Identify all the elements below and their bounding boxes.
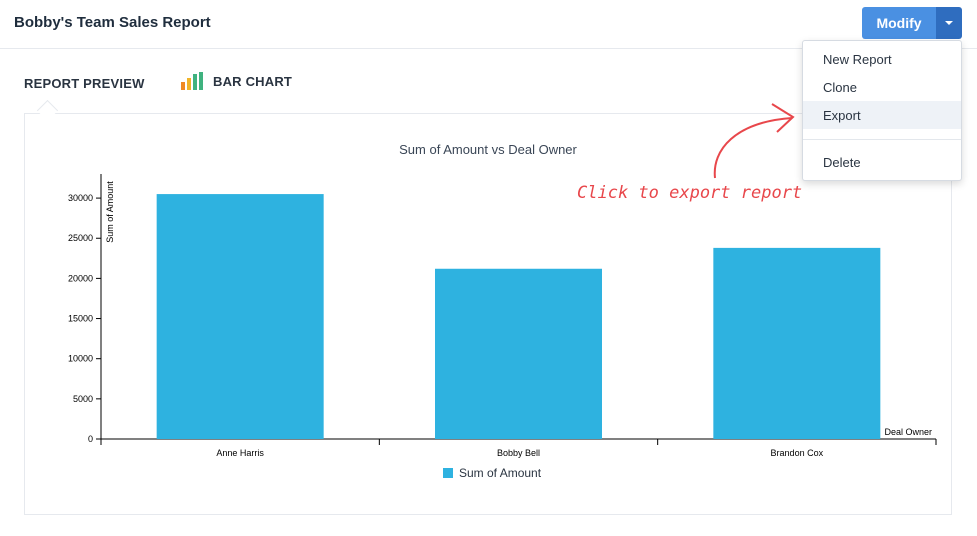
y-tick-label: 10000 <box>68 354 93 364</box>
chart-title: Sum of Amount vs Deal Owner <box>399 142 577 157</box>
menu-item-delete[interactable]: Delete <box>803 148 961 176</box>
legend: Sum of Amount <box>443 466 542 480</box>
legend-label: Sum of Amount <box>459 466 542 480</box>
bar <box>713 247 881 439</box>
y-tick-label: 30000 <box>68 193 93 203</box>
menu-divider <box>803 139 961 140</box>
bar <box>156 194 324 439</box>
x-axis-label: Deal Owner <box>884 427 932 437</box>
y-tick-label: 20000 <box>68 273 93 283</box>
y-axis-label: Sum of Amount <box>105 181 115 243</box>
x-tick-label: Anne Harris <box>216 448 264 458</box>
x-tick-label: Bobby Bell <box>497 448 540 458</box>
x-axis: Anne Harris Bobby Bell Brandon Cox <box>100 438 937 458</box>
y-tick-label: 0 <box>88 434 93 444</box>
y-tick-label: 25000 <box>68 233 93 243</box>
menu-item-clone[interactable]: Clone <box>803 73 961 101</box>
bar <box>435 268 602 439</box>
y-tick-label: 5000 <box>73 394 93 404</box>
legend-swatch <box>443 468 453 478</box>
bars <box>156 194 881 439</box>
annotation-text: Click to export report <box>577 183 803 203</box>
menu-item-export[interactable]: Export <box>803 101 961 129</box>
menu-item-new-report[interactable]: New Report <box>803 45 961 73</box>
x-tick-label: Brandon Cox <box>771 448 824 458</box>
y-tick-label: 15000 <box>68 314 93 324</box>
modify-dropdown-menu: New Report Clone Export Delete <box>802 40 962 181</box>
y-axis: 0 5000 10000 15000 20000 25000 30000 <box>68 174 102 444</box>
